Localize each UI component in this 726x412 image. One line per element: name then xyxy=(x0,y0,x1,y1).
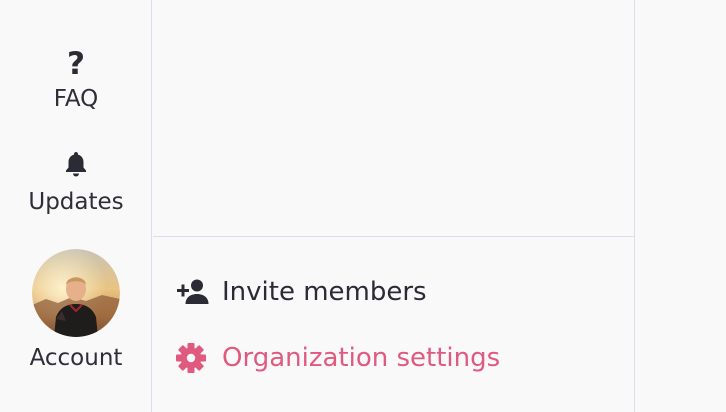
divider xyxy=(153,236,635,237)
menu-item-label: Organization settings xyxy=(222,343,501,373)
nav-item-label: Updates xyxy=(28,189,124,215)
nav-item-updates[interactable]: Updates xyxy=(0,150,152,214)
dropdown-panel: Invite members Organization settings xyxy=(153,0,635,412)
menu-item-label: Invite members xyxy=(222,277,427,307)
organization-settings-button[interactable]: Organization settings xyxy=(176,343,500,373)
nav-item-account[interactable]: Account xyxy=(0,249,152,370)
nav-item-label: FAQ xyxy=(53,86,99,112)
nav-item-faq[interactable]: ? FAQ xyxy=(0,48,152,111)
svg-text:?: ? xyxy=(67,48,85,80)
nav-item-label: Account xyxy=(29,345,123,371)
nav-rail: ? FAQ Updates Account xyxy=(0,0,152,412)
gear-icon xyxy=(176,343,206,373)
question-icon: ? xyxy=(67,48,85,80)
invite-members-button[interactable]: Invite members xyxy=(176,277,427,307)
avatar xyxy=(32,249,120,337)
bell-icon xyxy=(66,152,86,177)
add-person-icon xyxy=(177,279,209,304)
